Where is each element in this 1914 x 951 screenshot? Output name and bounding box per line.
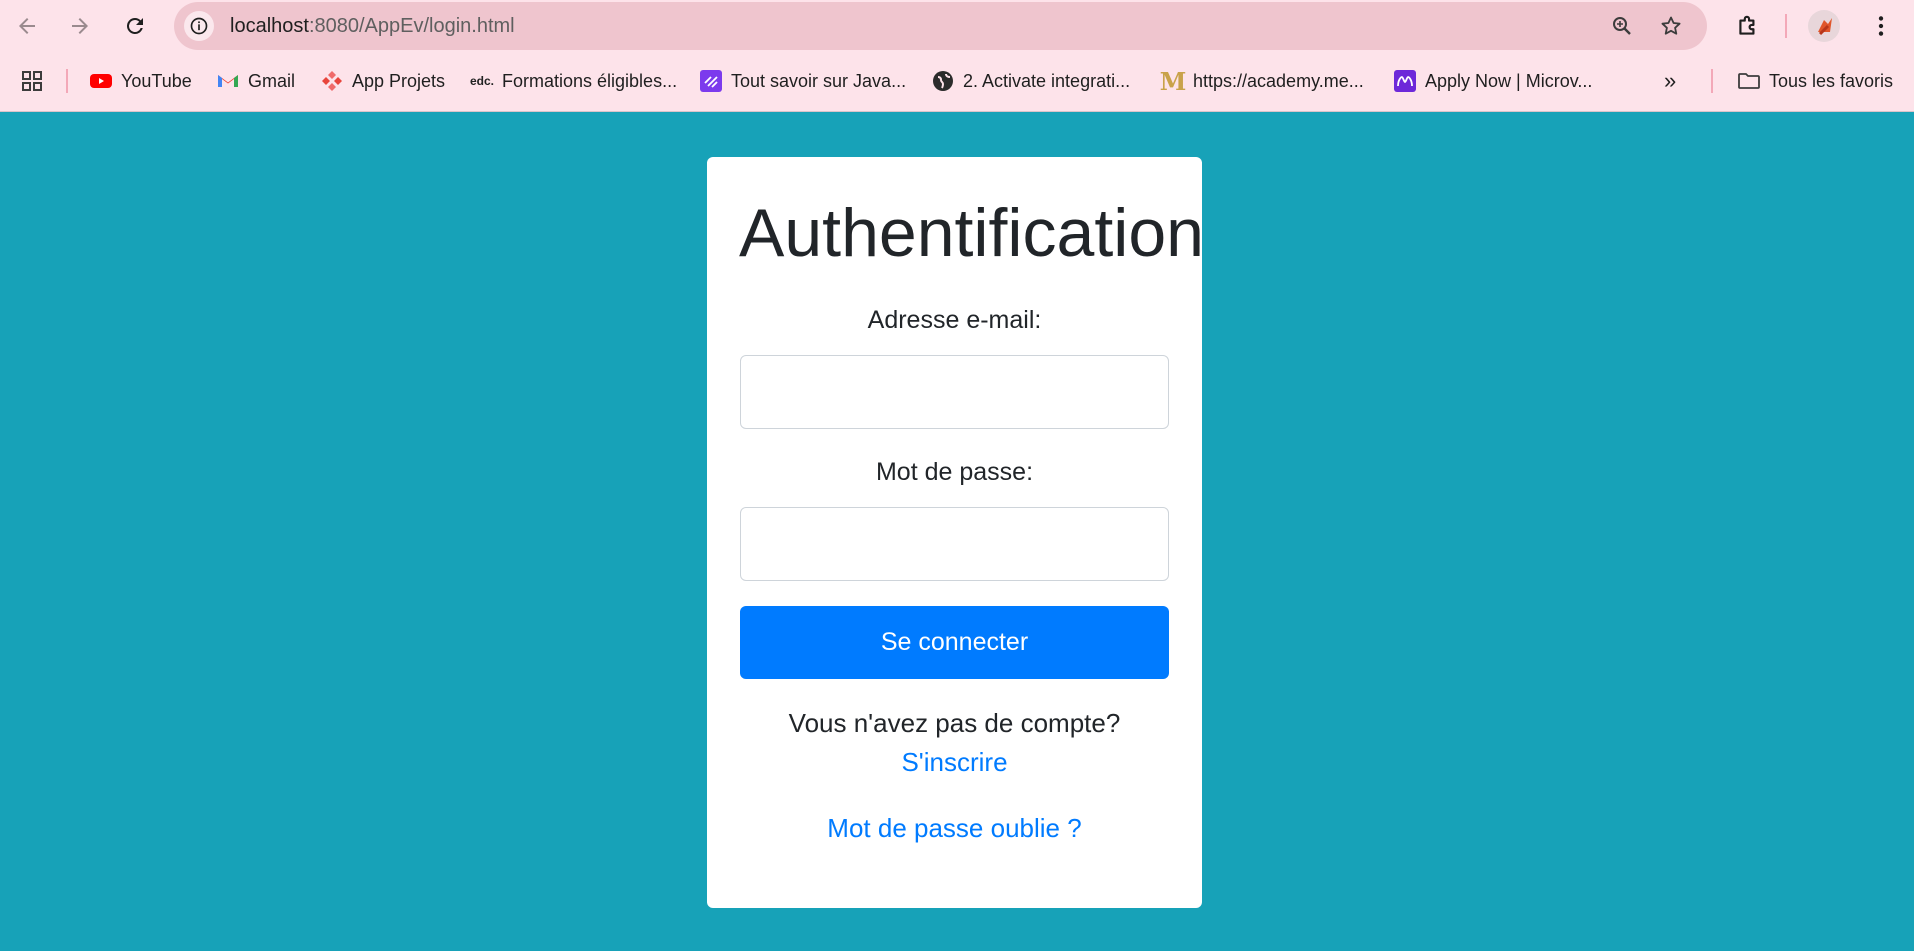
bookmark-label: Tout savoir sur Java... [731,70,907,91]
bookmark-label: Apply Now | Microv... [1425,70,1593,91]
address-bar[interactable]: localhost:8080/AppEv/login.html [174,2,1707,50]
bookmark-app-projets[interactable]: App Projets [320,66,445,96]
toolbar-divider [1785,14,1787,38]
page-title: Authentification [739,195,1204,271]
folder-icon [1737,69,1761,93]
bookmark-apply-now[interactable]: Apply Now | Microv... [1393,66,1592,96]
bookmarks-divider [66,69,68,93]
bookmark-label: Formations éligibles... [502,70,678,91]
academy-m-icon: M [1159,66,1187,96]
globe-icon [931,69,955,93]
browser-menu-button[interactable] [1861,6,1901,46]
bookmark-label: App Projets [352,70,446,91]
url-path: :8080/AppEv/login.html [308,15,515,37]
back-arrow-icon [19,18,35,34]
email-field[interactable] [740,355,1169,429]
no-account-text: Vous n'avez pas de compte? [788,708,1121,738]
url-text[interactable]: localhost:8080/AppEv/login.html [230,14,515,38]
purple-lines-icon [699,69,723,93]
bookmark-star-icon[interactable] [1656,11,1686,41]
zoom-icon[interactable] [1607,11,1637,41]
more-bookmarks-button[interactable]: » [1664,66,1676,96]
bookmark-label: Tous les favoris [1769,70,1894,91]
bookmark-label: https://academy.me... [1193,70,1364,91]
signup-link[interactable]: S'inscrire [707,745,1202,779]
bookmark-label: Gmail [248,70,296,91]
edc-icon: edc. [470,74,495,88]
bookmarks-bar: YouTube Gmail App Projets edc. Formation… [0,60,1914,100]
back-button[interactable] [7,6,47,46]
youtube-icon [89,69,113,93]
bookmark-formations[interactable]: edc. Formations éligibles... [470,66,677,96]
reload-icon [126,17,143,34]
bookmark-label: YouTube [121,70,192,91]
bookmark-label: 2. Activate integrati... [963,70,1131,91]
gmail-icon [216,69,240,93]
email-label: Adresse e-mail: [867,306,1042,334]
bookmark-youtube[interactable]: YouTube [89,66,192,96]
bookmarks-divider-right [1711,69,1713,93]
chevron-double-right-icon: » [1664,68,1677,93]
forward-arrow-icon [72,18,88,34]
bookmark-activate[interactable]: 2. Activate integrati... [931,66,1130,96]
login-card: Authentification Adresse e-mail: Mot de … [707,157,1204,908]
forgot-password-link[interactable]: Mot de passe oublie ? [707,811,1202,845]
browser-chrome: localhost:8080/AppEv/login.html YouTube [0,0,1914,112]
bookmark-academy[interactable]: M https://academy.me... [1159,66,1364,96]
site-info-icon[interactable] [184,11,214,41]
bookmark-gmail[interactable]: Gmail [216,66,295,96]
password-field[interactable] [740,507,1169,581]
all-bookmarks-folder[interactable]: Tous les favoris [1737,66,1893,96]
forward-button[interactable] [60,6,100,46]
extensions-button[interactable] [1728,6,1768,46]
reload-button[interactable] [115,6,155,46]
browser-toolbar: localhost:8080/AppEv/login.html [0,0,1914,52]
puzzle-icon [1739,15,1755,35]
apps-grid-icon[interactable] [18,67,46,95]
password-label: Mot de passe: [875,458,1034,486]
login-button[interactable]: Se connecter [740,606,1169,679]
profile-avatar[interactable] [1808,10,1840,42]
app-projets-icon [320,69,344,93]
bookmark-java[interactable]: Tout savoir sur Java... [699,66,906,96]
microverse-icon [1393,69,1417,93]
more-vertical-icon [1878,16,1884,36]
url-host: localhost [230,15,309,37]
